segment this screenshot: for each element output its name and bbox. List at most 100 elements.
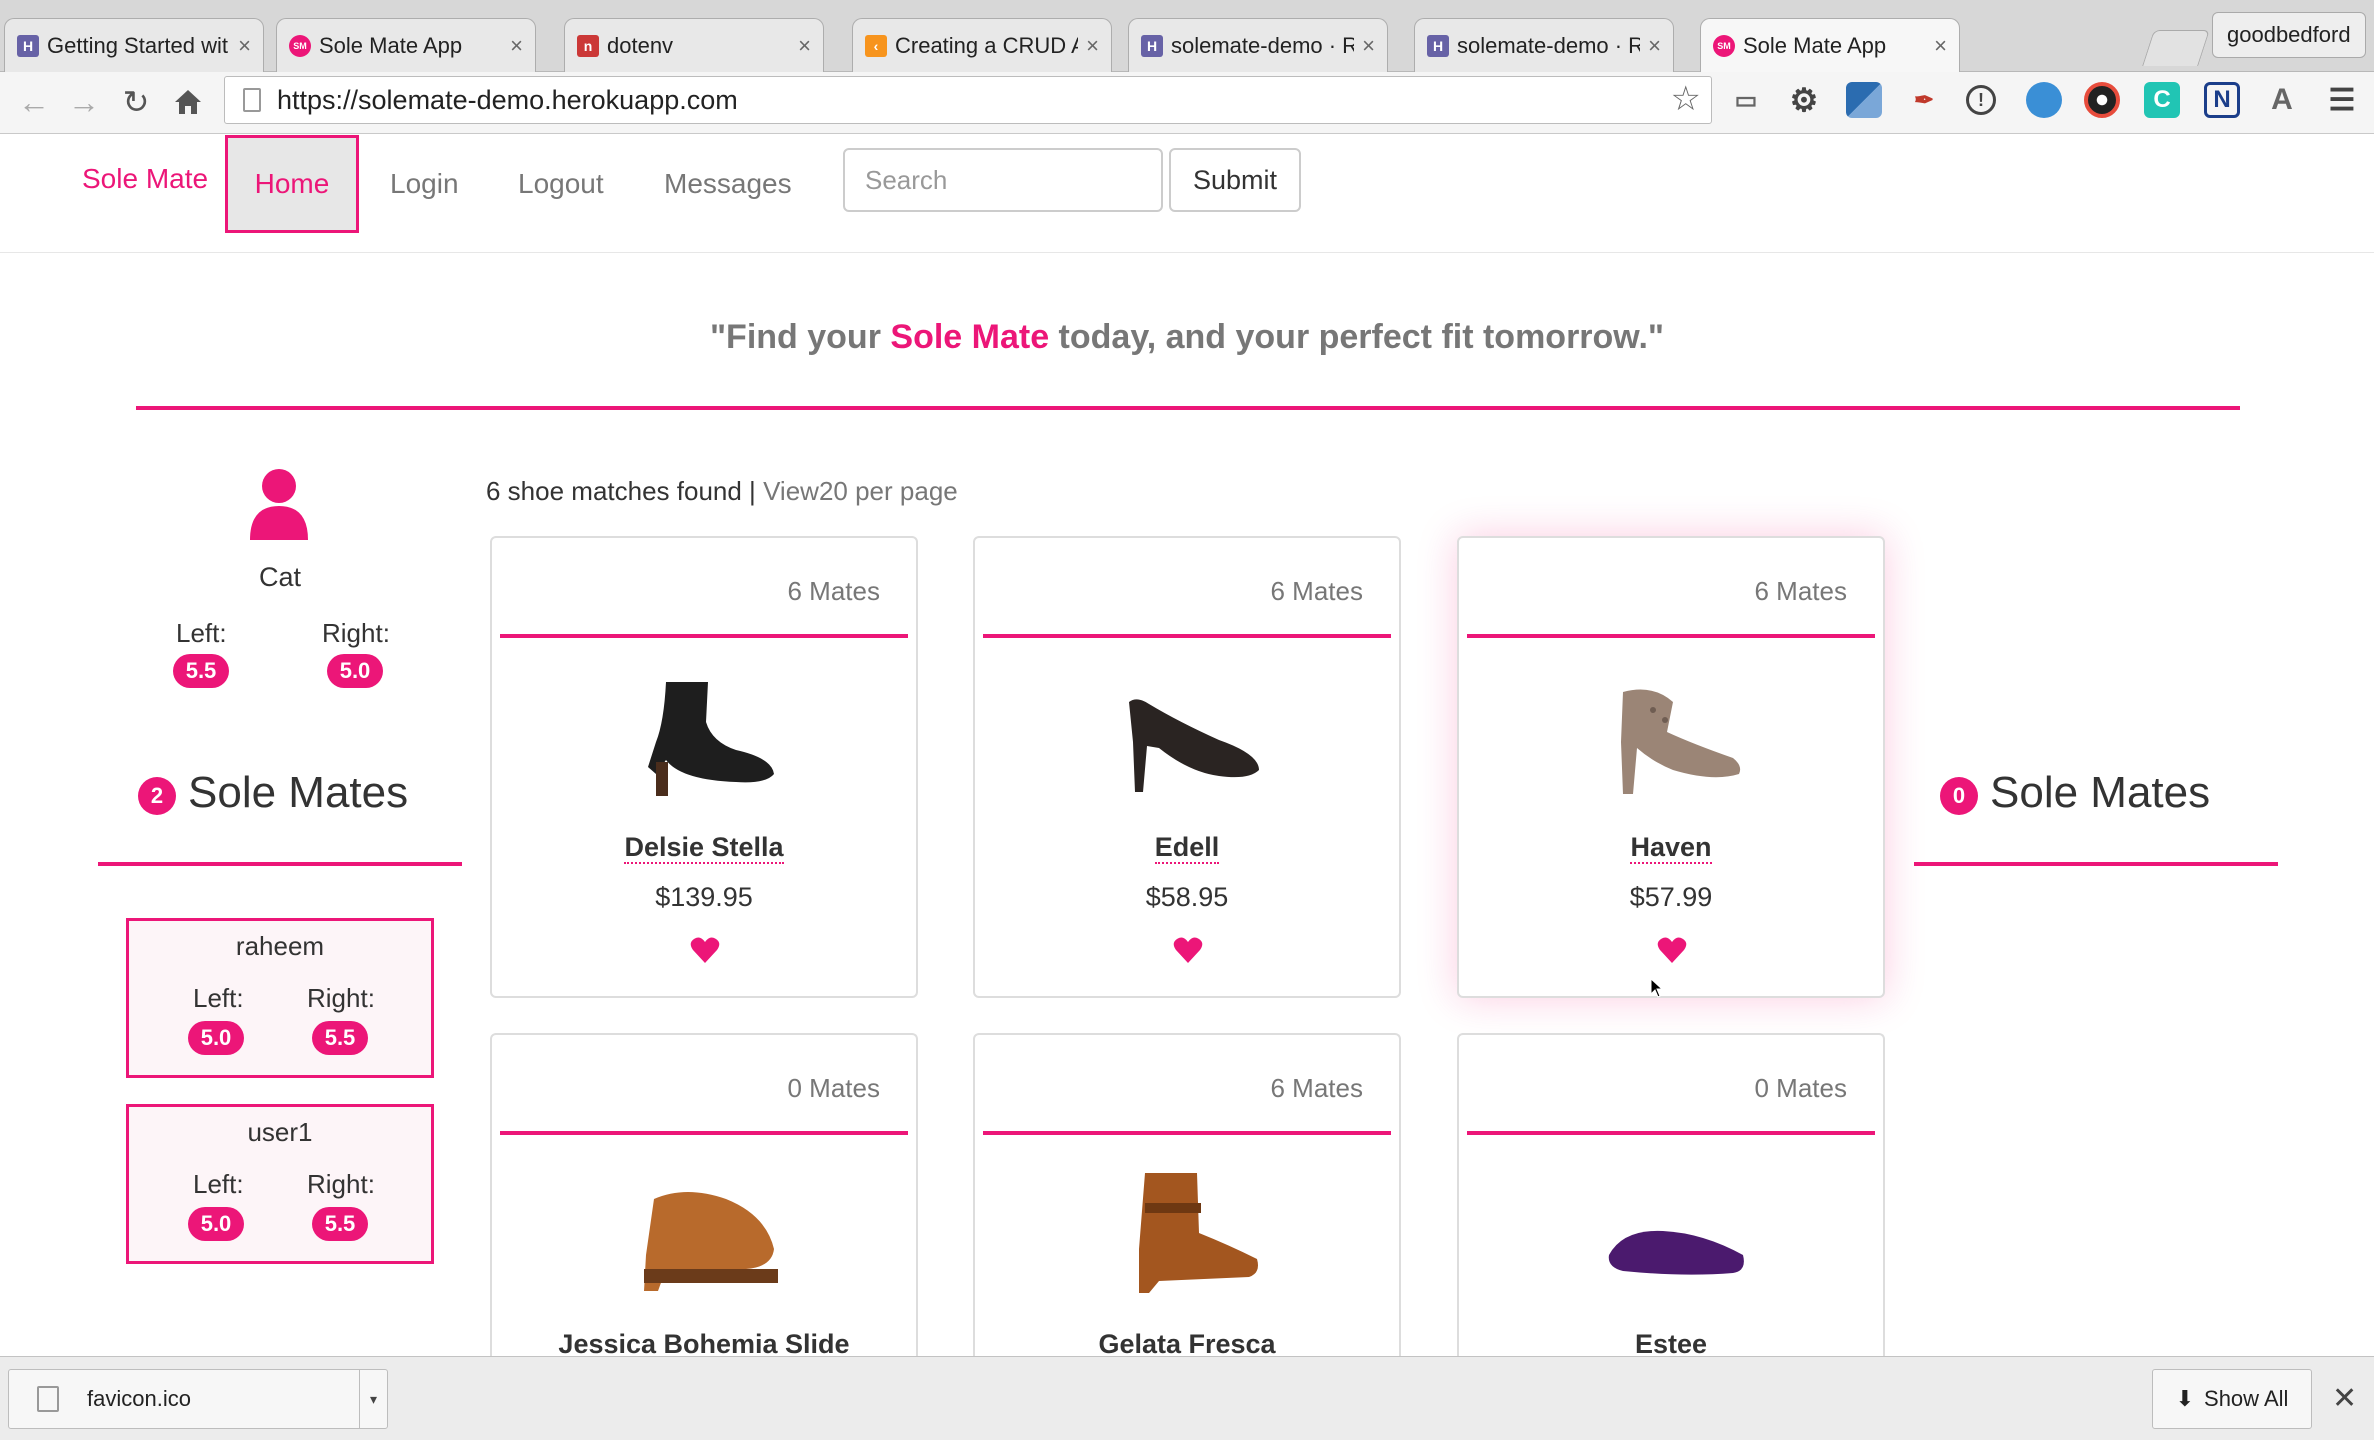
shoe-name: Haven	[1459, 832, 1883, 864]
nav-messages[interactable]: Messages	[664, 135, 792, 233]
show-all-button[interactable]: ⬇ Show All	[2152, 1369, 2312, 1429]
shoe-card[interactable]: 6 Mates Edell $58.95	[973, 536, 1401, 998]
shoe-image[interactable]	[626, 1159, 786, 1299]
back-icon[interactable]: ←	[14, 82, 54, 122]
shoe-name: Delsie Stella	[492, 832, 916, 864]
shoe-image[interactable]	[1593, 1159, 1753, 1299]
brand-link[interactable]: Sole Mate	[82, 163, 208, 195]
downloads-bar: favicon.ico ▾ ⬇ Show All ✕	[0, 1356, 2374, 1440]
heart-icon[interactable]	[690, 936, 720, 964]
shoe-card[interactable]: 6 Mates Delsie Stella $139.95	[490, 536, 918, 998]
shoe-image[interactable]	[1593, 662, 1753, 802]
submit-button[interactable]: Submit	[1169, 148, 1301, 212]
mates-count: 6 Mates	[1270, 1073, 1364, 1103]
shoe-image[interactable]	[1109, 1159, 1269, 1299]
shoe-price: $57.99	[1629, 882, 1713, 912]
mates-count: 0 Mates	[787, 1073, 881, 1103]
download-filename: favicon.ico	[87, 1386, 191, 1411]
globe-icon[interactable]	[2026, 82, 2062, 118]
sole-mates-heading: 2 Sole Mates	[138, 768, 408, 818]
shoe-card[interactable]: 6 Mates Gelata Fresca	[973, 1033, 1401, 1393]
n-extension-icon[interactable]: N	[2204, 82, 2240, 118]
mate-name: raheem	[235, 931, 325, 961]
forward-icon[interactable]: →	[64, 82, 104, 122]
per-page-link[interactable]: View20 per page	[763, 476, 958, 506]
cast-icon[interactable]: ▭	[1728, 82, 1764, 118]
nav-login[interactable]: Login	[390, 135, 459, 233]
search-input[interactable]	[843, 148, 1163, 212]
mates-count: 6 Mates	[1270, 576, 1364, 606]
tab-title: solemate-demo · R	[1171, 32, 1355, 58]
bookmark-star-icon[interactable]: ☆	[1671, 79, 1701, 119]
sole-mates-divider	[98, 862, 462, 866]
shoe-card[interactable]: 0 Mates Estee	[1457, 1033, 1885, 1393]
user-icon	[250, 469, 308, 540]
close-tab-icon[interactable]: ×	[1648, 33, 1661, 59]
tab-title: Getting Started wit	[47, 32, 228, 58]
shoe-mates-divider	[1914, 862, 2278, 866]
nav-logout[interactable]: Logout	[518, 135, 604, 233]
left-size-label: Left:	[176, 618, 227, 648]
browser-tab[interactable]: Hsolemate-demo · R ×	[1414, 18, 1674, 72]
gear-icon[interactable]: ⚙	[1786, 82, 1822, 118]
mate-left-label: Left:	[193, 983, 244, 1013]
npm-icon: n	[577, 34, 599, 57]
shoe-image[interactable]	[626, 662, 786, 802]
card-divider	[1467, 634, 1875, 638]
windows-extension-icon[interactable]	[1846, 82, 1882, 118]
angular-icon[interactable]: A	[2264, 82, 2300, 118]
info-extension-icon[interactable]: !	[1966, 85, 1996, 115]
mate-right-label: Right:	[307, 1169, 375, 1199]
close-tab-icon[interactable]: ×	[238, 33, 251, 59]
browser-tab[interactable]: Hsolemate-demo · R ×	[1128, 18, 1388, 72]
results-count: 6 shoe matches found |	[486, 476, 756, 506]
shoe-name-link[interactable]: Haven	[1630, 832, 1712, 864]
card-divider	[983, 634, 1391, 638]
mate-card-user1[interactable]: user1 Left: Right: 5.0 5.5	[126, 1104, 434, 1264]
menu-icon[interactable]: ☰	[2324, 82, 2360, 118]
shoe-name-link[interactable]: Edell	[1154, 832, 1220, 864]
home-icon[interactable]	[168, 82, 208, 122]
browser-tab[interactable]: SM Sole Mate App ×	[276, 18, 536, 72]
address-bar[interactable]: https://solemate-demo.herokuapp.com ☆	[224, 76, 1712, 124]
close-tab-icon[interactable]: ×	[1934, 33, 1947, 59]
shoe-name-link[interactable]: Delsie Stella	[624, 832, 784, 864]
reload-icon[interactable]: ↻	[116, 82, 156, 122]
profile-button[interactable]: goodbedford	[2212, 12, 2366, 58]
user-name: Cat	[258, 562, 302, 592]
nav-home[interactable]: Home	[225, 135, 359, 233]
mate-card-raheem[interactable]: raheem Left: Right: 5.0 5.5	[126, 918, 434, 1078]
tab-title: dotenv	[607, 32, 674, 58]
shoe-card[interactable]: 6 Mates Haven $57.99	[1457, 536, 1885, 998]
heart-icon[interactable]	[1657, 936, 1687, 964]
browser-tab[interactable]: H Getting Started wit ×	[4, 18, 264, 72]
chevron-down-icon[interactable]: ▾	[359, 1370, 387, 1428]
close-tab-icon[interactable]: ×	[510, 33, 523, 59]
heroku-icon: H	[1141, 34, 1163, 57]
mate-right-badge: 5.5	[312, 1207, 368, 1241]
mate-left-badge: 5.0	[188, 1207, 244, 1241]
heart-icon[interactable]	[1173, 936, 1203, 964]
download-item[interactable]: favicon.ico ▾	[8, 1369, 388, 1429]
mates-count: 6 Mates	[787, 576, 881, 606]
shoe-price: $58.95	[1145, 882, 1229, 912]
close-icon[interactable]: ✕	[2332, 1381, 2357, 1416]
c-extension-icon[interactable]: C	[2144, 82, 2180, 118]
results-summary: 6 shoe matches found | View20 per page	[486, 476, 958, 507]
close-tab-icon[interactable]: ×	[798, 33, 811, 59]
close-tab-icon[interactable]: ×	[1362, 33, 1375, 59]
tagline: "Find your Sole Mate today, and your per…	[0, 318, 2374, 357]
close-tab-icon[interactable]: ×	[1086, 33, 1099, 59]
tagline-highlight: Sole Mate	[890, 318, 1050, 356]
shoe-mates-title: Sole Mates	[1990, 768, 2211, 817]
browser-tab[interactable]: SM Sole Mate App ×	[1700, 18, 1960, 72]
browser-tabstrip: H Getting Started wit × SM Sole Mate App × n do…	[0, 0, 2374, 72]
browser-tab[interactable]: ‹ Creating a CRUD A ×	[852, 18, 1112, 72]
browser-tab[interactable]: n dotenv ×	[564, 18, 824, 72]
tagline-before: "Find your	[709, 318, 891, 356]
eyedropper-icon[interactable]: ✒	[1906, 82, 1942, 118]
new-tab-button[interactable]	[2142, 30, 2210, 66]
shoe-image[interactable]	[1109, 662, 1269, 802]
color-wheel-icon[interactable]	[2084, 82, 2120, 118]
shoe-card[interactable]: 0 Mates Jessica Bohemia Slide	[490, 1033, 918, 1393]
